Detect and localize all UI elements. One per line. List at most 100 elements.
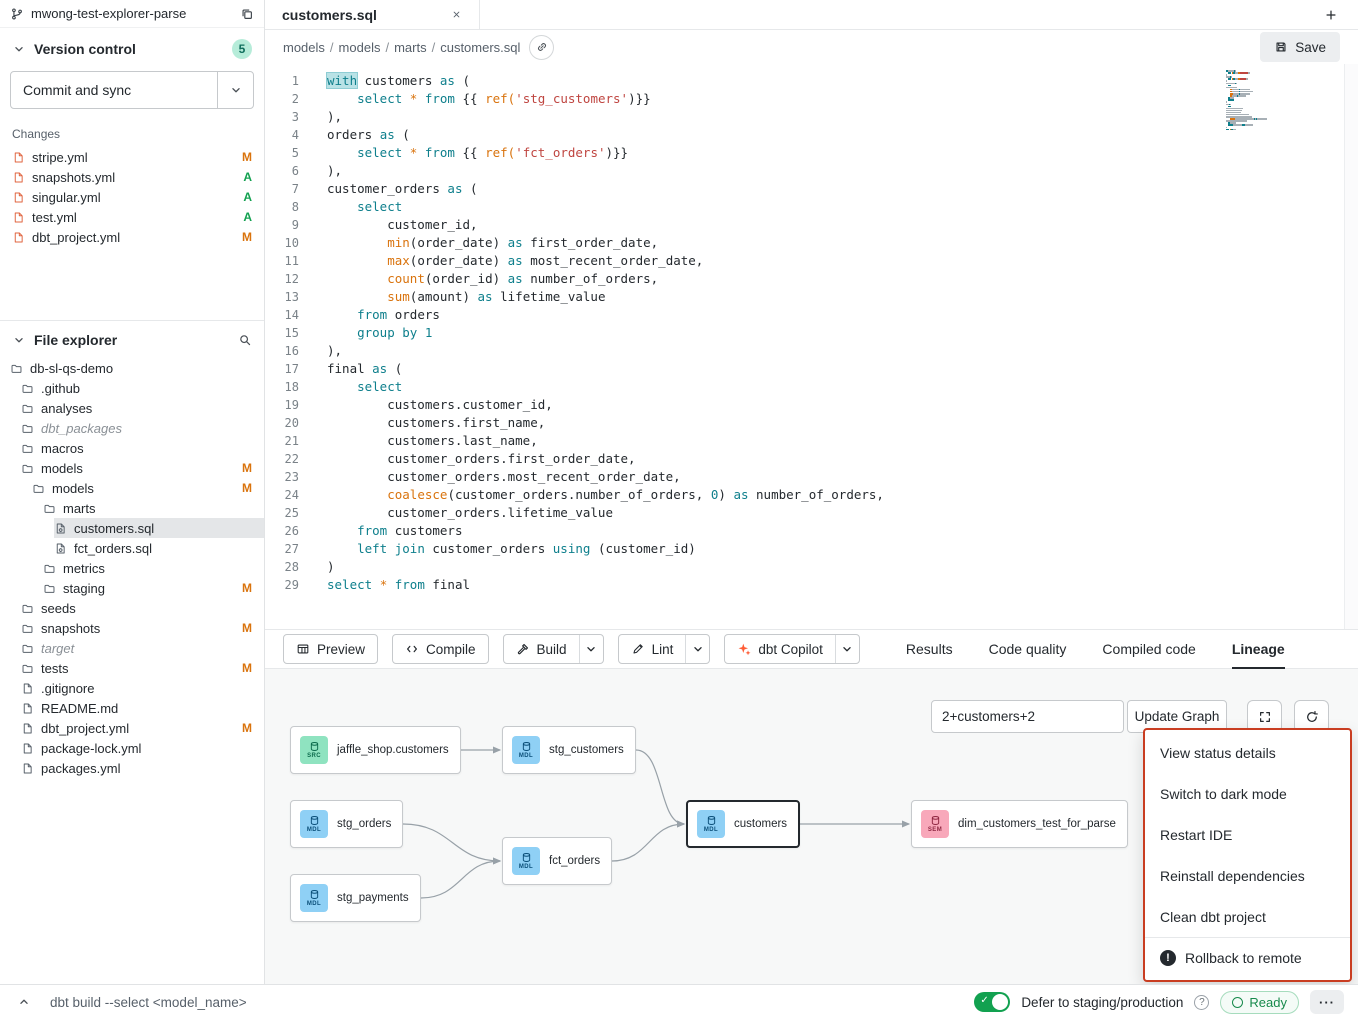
button-compile[interactable]: Compile <box>392 634 489 664</box>
more-options-button[interactable]: ··· <box>1310 990 1344 1014</box>
code-line[interactable]: customer_orders.lifetime_value <box>327 504 1358 522</box>
code-line[interactable]: customers.first_name, <box>327 414 1358 432</box>
menu-item-reinstall-dependencies[interactable]: Reinstall dependencies <box>1145 855 1350 896</box>
tree-item--github[interactable]: .github <box>21 378 264 398</box>
copy-icon[interactable] <box>240 7 254 21</box>
tree-item-target[interactable]: target <box>21 638 264 658</box>
defer-toggle[interactable]: ✓ <box>974 992 1010 1012</box>
menu-item-rollback-to-remote[interactable]: !Rollback to remote <box>1145 937 1350 978</box>
changed-file-row[interactable]: test.ymlA <box>0 207 264 227</box>
button-dbt-copilot[interactable]: dbt Copilot <box>724 634 860 664</box>
tree-item-models[interactable]: modelsM <box>21 458 264 478</box>
chevron-down-icon[interactable] <box>12 42 26 56</box>
menu-item-view-status-details[interactable]: View status details <box>1145 732 1350 773</box>
button-build[interactable]: Build <box>503 634 604 664</box>
tree-item-readme-md[interactable]: README.md <box>21 698 264 718</box>
code-line[interactable]: select * from {{ ref('stg_customers')}} <box>327 90 1358 108</box>
tree-item-analyses[interactable]: analyses <box>21 398 264 418</box>
code-line[interactable]: sum(amount) as lifetime_value <box>327 288 1358 306</box>
code-line[interactable]: customers.customer_id, <box>327 396 1358 414</box>
code-line[interactable]: select <box>327 378 1358 396</box>
code-line[interactable]: coalesce(customer_orders.number_of_order… <box>327 486 1358 504</box>
tree-item-fct-orders-sql[interactable]: fct_orders.sql <box>54 538 264 558</box>
file-explorer-header[interactable]: File explorer <box>0 321 264 356</box>
commit-and-sync-button[interactable]: Commit and sync <box>10 71 254 109</box>
tab-results[interactable]: Results <box>906 630 953 668</box>
tree-item-marts[interactable]: marts <box>43 498 264 518</box>
code-line[interactable]: max(order_date) as most_recent_order_dat… <box>327 252 1358 270</box>
code-line[interactable]: select * from final <box>327 576 1358 594</box>
breadcrumb-models[interactable]: models <box>283 40 325 55</box>
lineage-node-stg-orders[interactable]: MDLstg_orders <box>290 800 403 848</box>
breadcrumb-models-2[interactable]: models <box>339 40 381 55</box>
menu-item-switch-to-dark-mode[interactable]: Switch to dark mode <box>1145 773 1350 814</box>
tree-item-dbt-packages[interactable]: dbt_packages <box>21 418 264 438</box>
button-build-caret[interactable] <box>579 635 603 663</box>
code-line[interactable]: select * from {{ ref('fct_orders')}} <box>327 144 1358 162</box>
button-lint[interactable]: Lint <box>618 634 711 664</box>
lineage-selector-input[interactable] <box>931 700 1124 733</box>
menu-item-clean-dbt-project[interactable]: Clean dbt project <box>1145 896 1350 937</box>
code-line[interactable]: ) <box>327 558 1358 576</box>
breadcrumb-file[interactable]: customers.sql <box>440 40 520 55</box>
tree-item-staging[interactable]: stagingM <box>43 578 264 598</box>
lineage-node-jaffle-shop-customers[interactable]: SRCjaffle_shop.customers <box>290 726 461 774</box>
copy-link-button[interactable] <box>529 35 554 60</box>
changed-file-row[interactable]: singular.ymlA <box>0 187 264 207</box>
lineage-node-stg-payments[interactable]: MDLstg_payments <box>290 874 421 922</box>
tree-item-models[interactable]: modelsM <box>32 478 264 498</box>
minimap[interactable] <box>1226 70 1288 131</box>
tab-compiled-code[interactable]: Compiled code <box>1102 630 1195 668</box>
tree-item-package-lock-yml[interactable]: package-lock.yml <box>21 738 264 758</box>
help-icon[interactable]: ? <box>1194 995 1209 1010</box>
lineage-node-stg-customers[interactable]: MDLstg_customers <box>502 726 636 774</box>
tree-item-macros[interactable]: macros <box>21 438 264 458</box>
tree-item-customers-sql[interactable]: customers.sql <box>54 518 264 538</box>
code-line[interactable]: customer_orders.first_order_date, <box>327 450 1358 468</box>
code-line[interactable]: left join customer_orders using (custome… <box>327 540 1358 558</box>
editor-scrollbar[interactable] <box>1344 64 1358 629</box>
code-editor[interactable]: 1234567891011121314151617181920212223242… <box>265 64 1358 629</box>
search-icon[interactable] <box>238 333 252 347</box>
lineage-node-dim-customers-test-for-parse[interactable]: SEMdim_customers_test_for_parse <box>911 800 1128 848</box>
code-line[interactable]: with customers as ( <box>327 72 1358 90</box>
code-line[interactable]: count(order_id) as number_of_orders, <box>327 270 1358 288</box>
tab-code-quality[interactable]: Code quality <box>989 630 1067 668</box>
tree-item--gitignore[interactable]: .gitignore <box>21 678 264 698</box>
save-button[interactable]: Save <box>1260 32 1340 62</box>
commit-options-caret[interactable] <box>217 72 253 108</box>
cli-command-text[interactable]: dbt build --select <model_name> <box>50 995 247 1010</box>
new-tab-button[interactable] <box>1320 4 1342 26</box>
changed-file-row[interactable]: stripe.ymlM <box>0 147 264 167</box>
code-content[interactable]: with customers as ( select * from {{ ref… <box>311 64 1358 629</box>
lineage-node-fct-orders[interactable]: MDLfct_orders <box>502 837 612 885</box>
button-lint-caret[interactable] <box>685 635 709 663</box>
ide-status-badge[interactable]: Ready <box>1220 991 1299 1014</box>
changed-file-row[interactable]: snapshots.ymlA <box>0 167 264 187</box>
code-line[interactable]: from customers <box>327 522 1358 540</box>
lineage-node-customers[interactable]: MDLcustomers <box>686 800 800 848</box>
code-line[interactable]: ), <box>327 342 1358 360</box>
tab-lineage[interactable]: Lineage <box>1232 630 1285 668</box>
button-preview[interactable]: Preview <box>283 634 378 664</box>
code-line[interactable]: customer_orders as ( <box>327 180 1358 198</box>
tree-item-dbt-project-yml[interactable]: dbt_project.ymlM <box>21 718 264 738</box>
tree-item-db-sl-qs-demo[interactable]: db-sl-qs-demo <box>10 358 264 378</box>
code-line[interactable]: orders as ( <box>327 126 1358 144</box>
button-dbt-copilot-caret[interactable] <box>835 635 859 663</box>
code-line[interactable]: group by 1 <box>327 324 1358 342</box>
tree-item-packages-yml[interactable]: packages.yml <box>21 758 264 778</box>
code-line[interactable]: ), <box>327 162 1358 180</box>
tree-item-snapshots[interactable]: snapshotsM <box>21 618 264 638</box>
breadcrumb-marts[interactable]: marts <box>394 40 427 55</box>
close-icon[interactable] <box>451 9 462 20</box>
tree-item-tests[interactable]: testsM <box>21 658 264 678</box>
code-line[interactable]: ), <box>327 108 1358 126</box>
chevron-down-icon[interactable] <box>12 333 26 347</box>
code-line[interactable]: customer_orders.most_recent_order_date, <box>327 468 1358 486</box>
code-line[interactable]: from orders <box>327 306 1358 324</box>
collapse-panel-button[interactable] <box>14 992 34 1012</box>
code-line[interactable]: customers.last_name, <box>327 432 1358 450</box>
tree-item-seeds[interactable]: seeds <box>21 598 264 618</box>
changed-file-row[interactable]: dbt_project.ymlM <box>0 227 264 247</box>
